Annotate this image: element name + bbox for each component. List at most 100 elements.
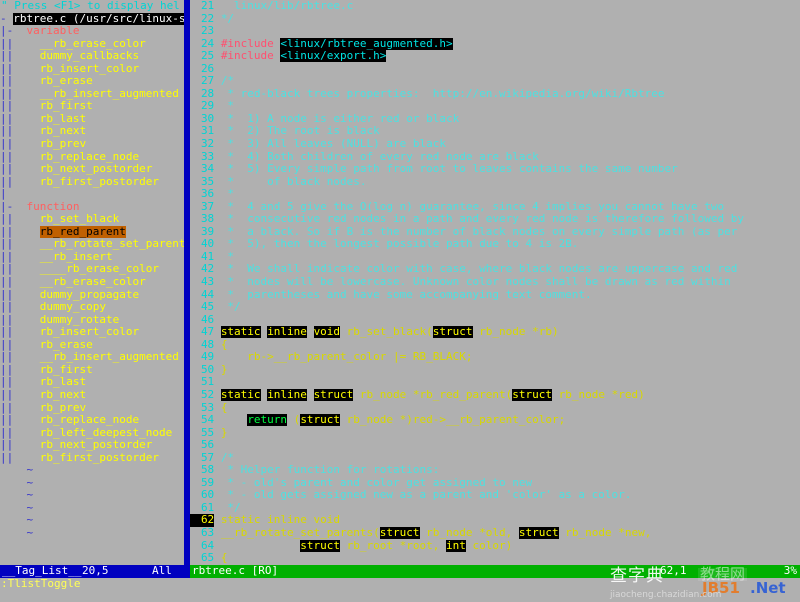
code-token: * 1) A node is either red or black — [220, 112, 460, 125]
taglist-item[interactable]: || rb_prev — [0, 402, 184, 415]
code-line[interactable]: 64 struct rb_root *root, int color) — [190, 539, 800, 553]
code-line[interactable]: 54 return (struct rb_node *)red->__rb_pa… — [190, 414, 800, 427]
taglist-item[interactable]: || rb_replace_node — [0, 151, 184, 164]
fold-toggle-icon[interactable]: |- — [0, 201, 27, 213]
code-line[interactable]: 39 * a black. So if B is the number of b… — [190, 226, 800, 239]
code-line[interactable]: 44 * parentheses and have some accompany… — [190, 289, 800, 302]
code-line[interactable]: 26 — [190, 63, 800, 76]
taglist-item[interactable]: || rb_set_black — [0, 213, 184, 226]
taglist-item[interactable]: || dummy_callbacks — [0, 50, 184, 63]
code-line[interactable]: 47 static inline void rb_set_black(struc… — [190, 326, 800, 339]
fold-toggle-icon[interactable]: - — [0, 13, 13, 25]
taglist-group-variable[interactable]: |- variable — [0, 25, 184, 38]
code-token: } — [220, 426, 228, 439]
taglist-item[interactable]: || rb_first — [0, 100, 184, 113]
line-gutter-gap — [214, 427, 221, 439]
code-line[interactable]: 33 * 4) Both children of every red node … — [190, 151, 800, 164]
taglist-item[interactable]: || __rb_erase_color — [0, 276, 184, 289]
taglist-group-function[interactable]: |- function — [0, 201, 184, 214]
taglist-item[interactable]: || ____rb_erase_color — [0, 263, 184, 276]
code-line[interactable]: 29 * — [190, 100, 800, 113]
tree-branch-icon: || — [0, 451, 40, 464]
taglist-item[interactable]: || __rb_erase_color — [0, 38, 184, 51]
taglist-item[interactable]: || rb_first_postorder — [0, 452, 184, 465]
code-line[interactable]: 52 static inline struct rb_node *rb_red_… — [190, 388, 800, 402]
fold-toggle-icon[interactable]: |- — [0, 25, 27, 37]
code-line[interactable]: 61 */ — [190, 502, 800, 515]
code-line[interactable]: 32 * 3) All leaves (NULL) are black — [190, 138, 800, 151]
code-line[interactable]: 59 * - old's parent and color get assign… — [190, 477, 800, 490]
taglist-item[interactable]: || rb_left_deepest_node — [0, 427, 184, 440]
code-line[interactable]: 23 — [190, 25, 800, 38]
code-line[interactable]: 28 * red-black trees properties: http://… — [190, 88, 800, 101]
code-editor-pane[interactable]: 21 linux/lib/rbtree.c 22 */23 24 #include… — [190, 0, 800, 565]
code-line[interactable]: 50 } — [190, 364, 800, 377]
line-number: 41 — [200, 250, 215, 263]
code-line[interactable]: 48 { — [190, 339, 800, 352]
taglist-item[interactable]: || rb_erase — [0, 339, 184, 352]
taglist-item[interactable]: || rb_erase — [0, 75, 184, 88]
taglist-item[interactable]: || rb_next — [0, 125, 184, 138]
code-line[interactable]: 25 #include <linux/export.h> — [190, 50, 800, 63]
taglist-item[interactable]: || __rb_rotate_set_parents — [0, 238, 184, 251]
taglist-item[interactable]: || dummy_propagate — [0, 289, 184, 302]
code-line[interactable]: 27 /* — [190, 75, 800, 88]
taglist-item[interactable]: || rb_insert_color — [0, 326, 184, 339]
vim-command-line[interactable]: :TlistToggle — [0, 578, 800, 591]
taglist-item[interactable]: || rb_prev — [0, 138, 184, 151]
code-line-current[interactable]: 62 static inline void — [190, 514, 800, 527]
code-line[interactable]: 21 linux/lib/rbtree.c — [190, 0, 800, 13]
code-line[interactable]: 41 * — [190, 251, 800, 264]
code-line[interactable]: 46 — [190, 314, 800, 327]
code-line[interactable]: 35 * of black nodes. — [190, 176, 800, 189]
code-line[interactable]: 51 — [190, 376, 800, 389]
code-line[interactable]: 56 — [190, 439, 800, 452]
taglist-item[interactable]: || rb_first_postorder — [0, 176, 184, 189]
taglist-pane[interactable]: - rbtree.c (/usr/src/linux-so |- variable… — [0, 12, 184, 565]
code-line[interactable]: 43 * nodes will be lowercase. Unknown co… — [190, 276, 800, 289]
code-line[interactable]: 42 * We shall indicate color with case, … — [190, 263, 800, 276]
taglist-item[interactable]: || rb_last — [0, 113, 184, 126]
code-line[interactable]: 58 * Helper function for rotations: — [190, 464, 800, 477]
code-line[interactable]: 49 rb->__rb_parent_color |= RB_BLACK; — [190, 351, 800, 364]
code-line[interactable]: 34 * 5) Every simple path from root to l… — [190, 163, 800, 176]
code-line[interactable]: 37 * 4 and 5 give the O(log n) guarantee… — [190, 201, 800, 214]
code-line[interactable]: 24 #include <linux/rbtree_augmented.h> — [190, 37, 800, 51]
taglist-filler-row: ~ — [0, 489, 184, 502]
taglist-item[interactable]: || rb_next_postorder — [0, 163, 184, 176]
code-line[interactable]: 45 */ — [190, 301, 800, 314]
taglist-item[interactable]: || dummy_copy — [0, 301, 184, 314]
code-token: linux/lib/rbtree.c — [220, 0, 354, 12]
taglist-item[interactable]: || rb_next_postorder — [0, 439, 184, 452]
taglist-item[interactable]: || __rb_insert — [0, 251, 184, 264]
taglist-item[interactable]: || rb_insert_color — [0, 63, 184, 76]
taglist-item[interactable]: || rb_last — [0, 376, 184, 389]
taglist-item-label: rb_insert_color — [39, 326, 140, 339]
taglist-item[interactable]: || rb_next — [0, 389, 184, 402]
code-line[interactable]: 57 /* — [190, 452, 800, 465]
code-line[interactable]: 60 * - old gets assigned new as a parent… — [190, 489, 800, 502]
code-line[interactable]: 38 * consecutive red nodes in a path and… — [190, 213, 800, 226]
taglist-item[interactable]: || __rb_insert_augmented — [0, 351, 184, 364]
code-line[interactable]: 22 */ — [190, 13, 800, 26]
code-line[interactable]: 55 } — [190, 427, 800, 440]
code-token: static — [220, 388, 261, 401]
code-token: return — [247, 414, 288, 427]
code-line[interactable]: 65 { — [190, 552, 800, 564]
taglist-item[interactable]: || rb_first — [0, 364, 184, 377]
taglist-item[interactable]: || dummy_rotate — [0, 314, 184, 327]
code-line[interactable]: 36 * — [190, 188, 800, 201]
code-line[interactable]: 30 * 1) A node is either red or black — [190, 113, 800, 126]
code-line[interactable]: 53 { — [190, 402, 800, 415]
code-line[interactable]: 40 * 5), then the longest possible path … — [190, 238, 800, 251]
taglist-item-label: rb_insert_color — [39, 62, 140, 75]
taglist-filler-row: ~ — [0, 464, 184, 477]
taglist-item[interactable]: || __rb_insert_augmented — [0, 88, 184, 101]
line-gutter-gap — [214, 301, 221, 313]
code-line[interactable]: 31 * 2) The root is black — [190, 125, 800, 138]
taglist-filler-row: ~ — [0, 502, 184, 515]
taglist-item[interactable]: || rb_replace_node — [0, 414, 184, 427]
code-line[interactable]: 63 __rb_rotate_set_parents(struct rb_nod… — [190, 526, 800, 540]
taglist-file-header[interactable]: - rbtree.c (/usr/src/linux-so — [0, 12, 184, 26]
taglist-item[interactable]: || rb_red_parent — [0, 225, 184, 239]
